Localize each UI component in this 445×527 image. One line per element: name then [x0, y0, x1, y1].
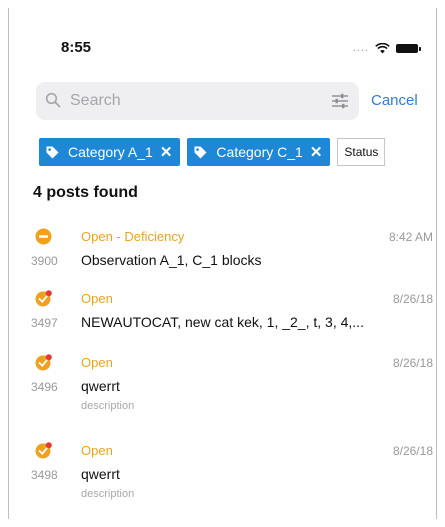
wifi-icon	[375, 42, 390, 53]
post-id: 3498	[31, 468, 58, 482]
search-input[interactable]	[70, 82, 320, 120]
post-list-item[interactable]: Open 8/26/18 3497 NEWAUTOCAT, new cat ke…	[9, 289, 436, 341]
post-status: Open	[81, 443, 113, 458]
status-time: 8:55	[61, 39, 92, 56]
chip-remove-icon[interactable]: ✕	[310, 143, 323, 161]
chip-status[interactable]: Status	[337, 138, 386, 166]
battery-icon	[396, 43, 421, 53]
post-title: qwerrt	[81, 466, 120, 482]
chip-category-a1[interactable]: Category A_1 ✕	[39, 138, 181, 166]
post-status: Open	[81, 291, 113, 306]
post-id: 3496	[31, 380, 58, 394]
post-id: 3497	[31, 316, 58, 330]
tag-icon	[194, 146, 207, 158]
post-list-item[interactable]: Open 8/26/18 3496 qwerrt description	[9, 353, 436, 419]
deficiency-icon	[35, 228, 52, 245]
search-bar[interactable]	[36, 82, 359, 120]
post-date: 8:42 AM	[388, 230, 433, 244]
post-list-item[interactable]: Open 8/26/18 3498 qwerrt description	[9, 441, 436, 507]
post-title: qwerrt	[81, 378, 120, 394]
post-date: 8/26/18	[392, 356, 433, 370]
search-icon	[45, 92, 61, 108]
filter-chips: Category A_1 ✕ Category C_1 ✕ Status	[39, 138, 436, 168]
post-id: 3900	[31, 254, 58, 268]
post-list-item[interactable]: Open - Deficiency 8:42 AM 3900 Observati…	[9, 227, 436, 279]
post-title: NEWAUTOCAT, new cat kek, 1, _2_, t, 3, 4…	[81, 314, 364, 330]
tag-icon	[46, 146, 59, 158]
cancel-button[interactable]: Cancel	[371, 92, 418, 109]
post-description: description	[81, 400, 135, 412]
chip-category-c1[interactable]: Category C_1 ✕	[187, 138, 331, 166]
post-description: description	[81, 488, 135, 500]
app-screen: 8:55 .... Cancel	[8, 8, 437, 519]
chip-remove-icon[interactable]: ✕	[160, 143, 173, 161]
chip-label: Category A_1	[68, 144, 153, 160]
results-count: 4 posts found	[33, 184, 138, 201]
status-icons: ....	[352, 42, 421, 54]
open-icon	[35, 354, 52, 371]
post-title: Observation A_1, C_1 blocks	[81, 252, 262, 268]
post-date: 8/26/18	[392, 292, 433, 306]
cellular-signal: ....	[352, 42, 369, 54]
open-icon	[35, 442, 52, 459]
post-date: 8/26/18	[392, 444, 433, 458]
post-status: Open	[81, 355, 113, 370]
status-bar: 8:55 ....	[9, 8, 436, 68]
chip-label: Category C_1	[216, 144, 303, 160]
filter-sliders-icon[interactable]	[331, 92, 349, 110]
post-status: Open - Deficiency	[81, 229, 185, 244]
open-icon	[35, 290, 52, 307]
